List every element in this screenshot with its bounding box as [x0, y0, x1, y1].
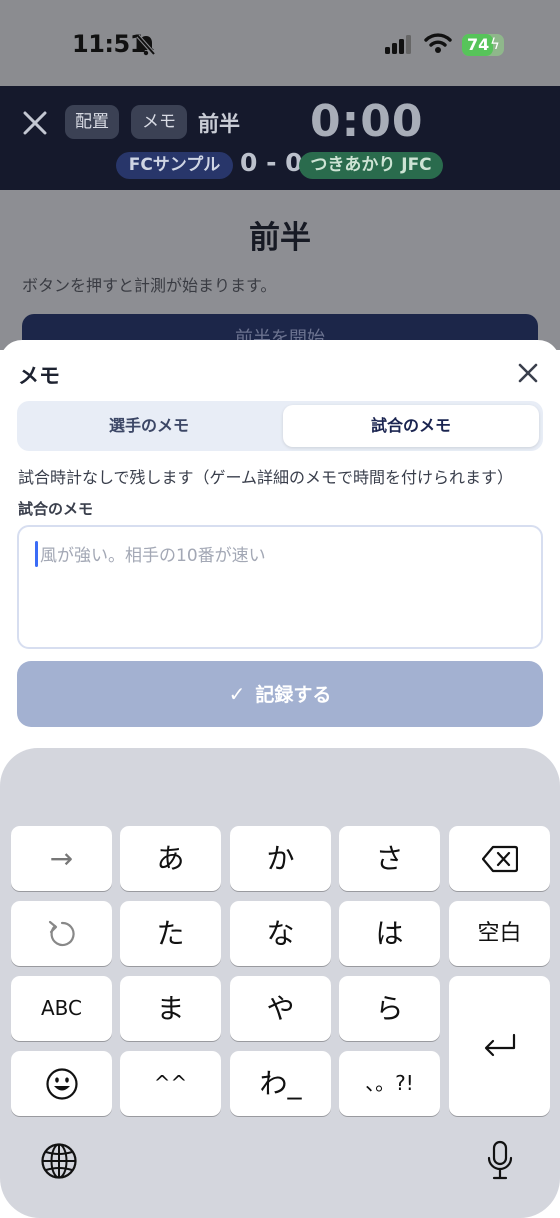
match-header: 配置 メモ 前半 0:00 FCサンプル 0 - 0 つきあかり JFC: [0, 86, 560, 190]
microphone-icon[interactable]: [486, 1140, 514, 1182]
key-undo[interactable]: [11, 901, 112, 966]
wifi-icon: [424, 33, 452, 53]
key-emoji[interactable]: [11, 1051, 112, 1116]
key-sa[interactable]: さ: [339, 826, 440, 891]
memo-placeholder: 風が強い。相手の10番が速い: [40, 546, 266, 566]
record-button[interactable]: ✓ 記録する: [17, 661, 543, 727]
battery-icon: 74 ϟ: [462, 34, 504, 56]
memo-field-label: 試合のメモ: [18, 500, 94, 518]
score: 0 - 0: [240, 148, 303, 177]
key-abc[interactable]: ABC: [11, 976, 112, 1041]
charging-bolt-icon: ϟ: [490, 35, 500, 53]
key-punctuation[interactable]: 、。?!: [339, 1051, 440, 1116]
status-bar: 11:51 74 ϟ: [0, 0, 560, 86]
undo-icon: [48, 920, 75, 947]
backspace-icon: [482, 845, 518, 873]
battery-percent: 74: [467, 35, 490, 54]
match-memo-input[interactable]: 風が強い。相手の10番が速い: [17, 525, 543, 649]
checkmark-icon: ✓: [228, 682, 246, 706]
emoji-icon: [46, 1068, 78, 1100]
memo-type-segmented-control: 選手のメモ 試合のメモ: [17, 401, 543, 451]
globe-icon[interactable]: [40, 1142, 78, 1180]
key-arrow-right[interactable]: →: [11, 826, 112, 891]
bell-muted-icon: [136, 34, 156, 56]
key-ta[interactable]: た: [120, 901, 221, 966]
key-ha[interactable]: は: [339, 901, 440, 966]
key-na[interactable]: な: [230, 901, 331, 966]
key-space[interactable]: 空白: [449, 901, 550, 966]
key-backspace[interactable]: [449, 826, 550, 891]
tab-match-memo[interactable]: 試合のメモ: [283, 405, 539, 447]
period-label: 前半: [198, 112, 240, 136]
cellular-signal-icon: [385, 35, 411, 54]
status-time: 11:51: [72, 30, 146, 58]
key-wa[interactable]: わ_: [230, 1051, 331, 1116]
return-icon: [484, 1033, 516, 1057]
memo-description: 試合時計なしで残します（ゲーム詳細のメモで時間を付けられます）: [18, 468, 514, 487]
memo-button[interactable]: メモ: [131, 105, 187, 139]
start-hint: ボタンを押すと計測が始まります。: [22, 276, 277, 295]
tab-player-memo[interactable]: 選手のメモ: [21, 405, 277, 447]
text-caret: [35, 541, 38, 567]
period-title: 前半: [249, 220, 311, 256]
close-icon[interactable]: [22, 110, 48, 136]
memo-sheet: メモ 選手のメモ 試合のメモ 試合時計なしで残します（ゲーム詳細のメモで時間を付…: [0, 340, 560, 760]
match-screen-background: 前半 ボタンを押すと計測が始まります。 前半を開始: [0, 190, 560, 374]
match-clock: 0:00: [310, 96, 424, 147]
away-team-badge: つきあかり JFC: [299, 152, 443, 179]
key-ra[interactable]: ら: [339, 976, 440, 1041]
key-ka[interactable]: か: [230, 826, 331, 891]
key-ya[interactable]: や: [230, 976, 331, 1041]
key-return[interactable]: [449, 976, 550, 1116]
sheet-title: メモ: [18, 364, 60, 388]
key-ma[interactable]: ま: [120, 976, 221, 1041]
home-team-badge: FCサンプル: [116, 152, 233, 179]
kana-keyboard: → あ か さ た な は 空白 ABC ま や ら ^^ わ_ 、。?!: [0, 748, 560, 1218]
key-kaomoji[interactable]: ^^: [120, 1051, 221, 1116]
record-button-label: 記録する: [255, 684, 332, 706]
close-icon[interactable]: [517, 362, 539, 384]
lineup-button[interactable]: 配置: [65, 105, 119, 139]
key-a[interactable]: あ: [120, 826, 221, 891]
